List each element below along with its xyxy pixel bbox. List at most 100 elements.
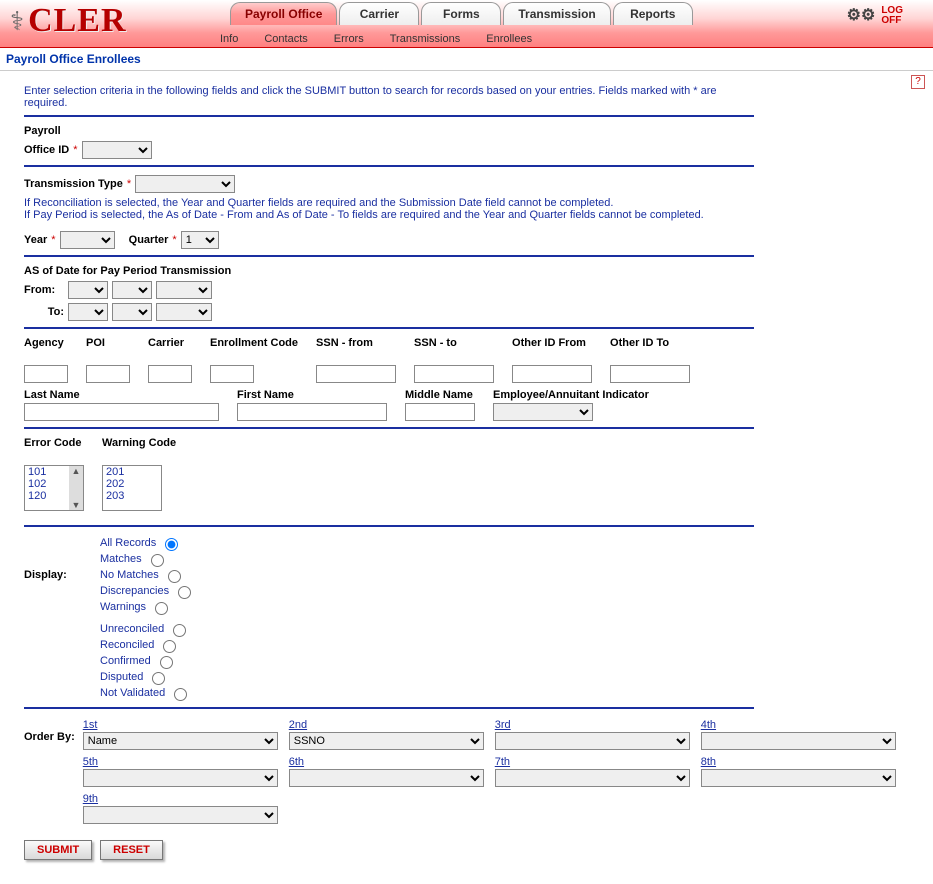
asof-label: AS of Date for Pay Period Transmission [24, 265, 909, 277]
ssn-to-input[interactable] [414, 365, 494, 383]
display-option-reconciled[interactable]: Reconciled [100, 637, 190, 653]
gears-icon: ⚙⚙ [847, 11, 876, 21]
order-by-3: 3rd [495, 719, 695, 750]
to-day-select[interactable] [112, 303, 152, 321]
order-by-label: Order By: [24, 731, 75, 743]
list-item[interactable]: 203 [103, 490, 161, 502]
list-item[interactable]: 201 [103, 466, 161, 478]
radio-icon[interactable] [178, 586, 191, 599]
radio-icon[interactable] [165, 538, 178, 551]
order-by-select-9[interactable] [83, 806, 278, 824]
reset-button[interactable]: RESET [100, 840, 163, 860]
subnav-transmissions[interactable]: Transmissions [390, 33, 461, 45]
order-by-label-4: 4th [701, 719, 901, 731]
radio-icon[interactable] [160, 656, 173, 669]
quarter-label: Quarter [129, 234, 169, 246]
tab-reports[interactable]: Reports [613, 2, 693, 25]
display-option-unreconciled[interactable]: Unreconciled [100, 621, 190, 637]
transmission-hint-1: If Reconciliation is selected, the Year … [24, 197, 754, 209]
other-id-from-input[interactable] [512, 365, 592, 383]
tab-forms[interactable]: Forms [421, 2, 501, 25]
ssn-from-input[interactable] [316, 365, 396, 383]
poi-input[interactable] [86, 365, 130, 383]
other-id-to-label: Other ID To [610, 337, 690, 363]
to-month-select[interactable] [68, 303, 108, 321]
tab-transmission[interactable]: Transmission [503, 2, 610, 25]
display-option-all-records[interactable]: All Records [100, 535, 194, 551]
chevron-up-icon[interactable]: ▲ [72, 466, 81, 476]
ssn-to-label: SSN - to [414, 337, 494, 363]
subnav-contacts[interactable]: Contacts [264, 33, 307, 45]
year-label: Year [24, 234, 47, 246]
error-code-listbox[interactable]: 101 102 120 ▲▼ [24, 465, 84, 511]
submit-button[interactable]: SUBMIT [24, 840, 92, 860]
subnav-enrollees[interactable]: Enrollees [486, 33, 532, 45]
order-by-select-1[interactable]: Name [83, 732, 278, 750]
order-by-5: 5th [83, 756, 283, 787]
tab-carrier[interactable]: Carrier [339, 2, 419, 25]
display-option-confirmed[interactable]: Confirmed [100, 653, 190, 669]
enrollment-code-input[interactable] [210, 365, 254, 383]
order-by-select-6[interactable] [289, 769, 484, 787]
subnav-errors[interactable]: Errors [334, 33, 364, 45]
order-by-select-3[interactable] [495, 732, 690, 750]
order-by-select-8[interactable] [701, 769, 896, 787]
display-option-not-validated[interactable]: Not Validated [100, 685, 190, 701]
order-by-label-9: 9th [83, 793, 283, 805]
quarter-select[interactable]: 1 [181, 231, 219, 249]
to-label: To: [24, 306, 64, 318]
radio-icon[interactable] [163, 640, 176, 653]
display-option-matches[interactable]: Matches [100, 551, 194, 567]
order-by-8: 8th [701, 756, 901, 787]
subnav-info[interactable]: Info [220, 33, 238, 45]
radio-icon[interactable] [168, 570, 181, 583]
radio-icon[interactable] [152, 672, 165, 685]
chevron-down-icon[interactable]: ▼ [72, 500, 81, 510]
order-by-select-4[interactable] [701, 732, 896, 750]
warning-code-listbox[interactable]: 201 202 203 [102, 465, 162, 511]
radio-icon[interactable] [173, 624, 186, 637]
order-by-select-2[interactable]: SSNO [289, 732, 484, 750]
form-content: ? Enter selection criteria in the follow… [0, 71, 933, 884]
last-name-input[interactable] [24, 403, 219, 421]
other-id-to-input[interactable] [610, 365, 690, 383]
scrollbar[interactable]: ▲▼ [69, 466, 83, 510]
radio-icon[interactable] [174, 688, 187, 701]
carrier-input[interactable] [148, 365, 192, 383]
from-year-select[interactable] [156, 281, 212, 299]
warning-code-label: Warning Code [102, 437, 176, 463]
year-select[interactable] [60, 231, 115, 249]
order-by-2: 2ndSSNO [289, 719, 489, 750]
display-option-discrepancies[interactable]: Discrepancies [100, 583, 194, 599]
to-year-select[interactable] [156, 303, 212, 321]
display-option-disputed[interactable]: Disputed [100, 669, 190, 685]
list-item[interactable]: 202 [103, 478, 161, 490]
transmission-type-select[interactable] [135, 175, 235, 193]
required-marker: * [51, 234, 55, 246]
radio-icon[interactable] [155, 602, 168, 615]
required-marker: * [73, 144, 77, 156]
help-icon[interactable]: ? [911, 75, 925, 89]
display-option-warnings[interactable]: Warnings [100, 599, 194, 615]
required-marker: * [172, 234, 176, 246]
display-option-no-matches[interactable]: No Matches [100, 567, 194, 583]
agency-label: Agency [24, 337, 68, 363]
order-by-select-5[interactable] [83, 769, 278, 787]
radio-icon[interactable] [151, 554, 164, 567]
order-by-label-2: 2nd [289, 719, 489, 731]
enrollment-code-label: Enrollment Code [210, 337, 298, 363]
logoff-button[interactable]: ⚙⚙ LOGOFF [847, 6, 903, 26]
from-day-select[interactable] [112, 281, 152, 299]
from-month-select[interactable] [68, 281, 108, 299]
order-by-label-8: 8th [701, 756, 901, 768]
order-by-select-7[interactable] [495, 769, 690, 787]
first-name-input[interactable] [237, 403, 387, 421]
logo-text: CLER [28, 2, 126, 40]
indicator-select[interactable] [493, 403, 593, 421]
tab-payroll-office[interactable]: Payroll Office [230, 2, 337, 25]
middle-name-input[interactable] [405, 403, 475, 421]
agency-input[interactable] [24, 365, 68, 383]
divider [24, 255, 754, 257]
other-id-from-label: Other ID From [512, 337, 592, 363]
office-id-select[interactable] [82, 141, 152, 159]
